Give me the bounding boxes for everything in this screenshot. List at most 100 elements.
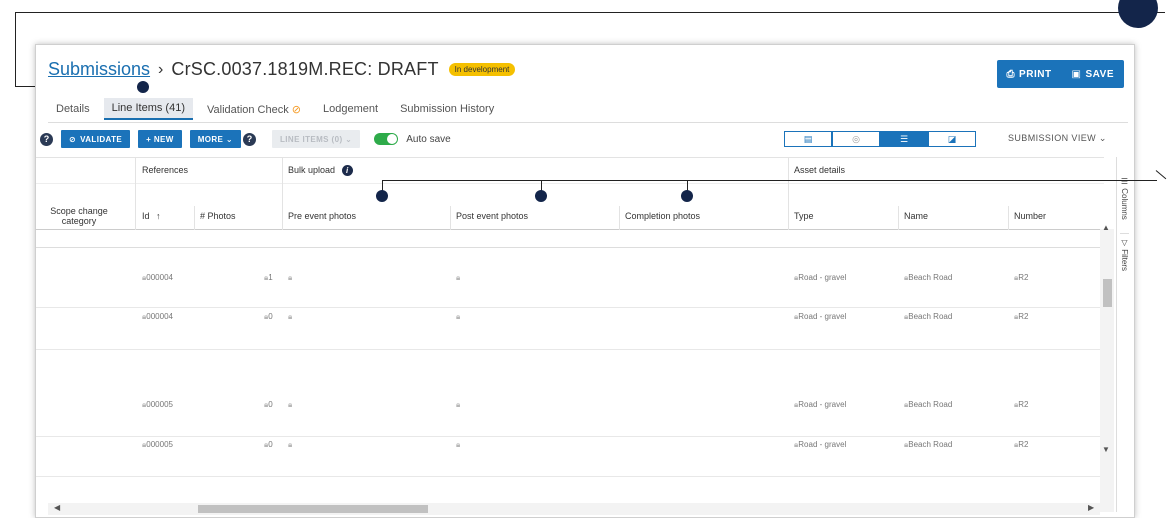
cell-id: 🔒︎000005	[142, 400, 173, 410]
floppy-icon: ▣	[1071, 68, 1082, 80]
cell-type: 🔒︎Road - gravel	[794, 440, 846, 450]
table-row[interactable]: 🔒︎000005 🔒︎0 🔒︎ 🔒︎ 🔒︎Road - gravel 🔒︎Bea…	[36, 437, 1104, 477]
cell-id: 🔒︎000005	[142, 440, 173, 450]
filter-icon: ▽	[1120, 238, 1129, 250]
breadcrumb-submissions-link[interactable]: Submissions	[48, 59, 150, 80]
number-value: R2	[1018, 312, 1029, 321]
name-value: Beach Road	[908, 312, 953, 321]
table-row[interactable]: 🔒︎000005 🔒︎0 🔒︎ 🔒︎ 🔒︎Road - gravel 🔒︎Bea…	[36, 350, 1104, 437]
col-name[interactable]: Name	[904, 211, 928, 221]
columns-panel-tab[interactable]: ☰ Columns	[1120, 177, 1129, 220]
warning-circle-icon: ⊘	[291, 103, 302, 116]
status-badge: In development	[448, 63, 516, 76]
new-button[interactable]: + NEW	[138, 130, 182, 148]
form-view-icon[interactable]: ▤	[784, 131, 832, 147]
header-actions: ⎙ PRINT ▣ SAVE	[996, 60, 1124, 88]
group-divider	[282, 158, 283, 206]
line-items-grid: References Bulk upload i Asset details S…	[36, 157, 1104, 512]
tab-bar: Details Line Items (41) Validation Check…	[48, 97, 508, 121]
print-button[interactable]: ⎙ PRINT	[997, 60, 1062, 88]
vertical-scrollbar[interactable]: ▲ ▼	[1100, 223, 1114, 512]
callout-line	[15, 12, 1165, 13]
number-value: R2	[1018, 440, 1029, 449]
validate-button[interactable]: ⊘ VALIDATE	[61, 130, 131, 148]
col-divider	[619, 206, 620, 230]
tab-details[interactable]: Details	[48, 99, 98, 119]
number-value: R2	[1018, 400, 1029, 409]
tab-line-items[interactable]: Line Items (41)	[103, 98, 193, 120]
col-pre-event-photos[interactable]: Pre event photos	[288, 211, 356, 221]
col-divider	[1008, 206, 1009, 230]
cell-id: 🔒︎000004	[142, 312, 173, 322]
col-post-event-photos[interactable]: Post event photos	[456, 211, 528, 221]
col-scope-change[interactable]: Scope change category	[44, 206, 114, 226]
chevron-right-icon: ›	[158, 60, 164, 78]
save-button[interactable]: ▣ SAVE	[1062, 60, 1124, 88]
cell-type: 🔒︎Road - gravel	[794, 400, 846, 410]
help-icon[interactable]: ?	[243, 132, 257, 146]
submission-view-dropdown[interactable]: SUBMISSION VIEW ⌄	[1008, 133, 1107, 144]
cell-type: 🔒︎Road - gravel	[794, 273, 846, 283]
help-icon[interactable]: ?	[40, 132, 53, 146]
cell-number: 🔒︎R2	[1014, 400, 1029, 410]
col-number[interactable]: Number	[1014, 211, 1046, 221]
group-divider	[788, 158, 789, 206]
group-asset-details: Asset details	[794, 165, 846, 175]
number-value: R2	[1018, 273, 1029, 282]
type-value: Road - gravel	[798, 440, 847, 449]
tab-lodgement[interactable]: Lodgement	[315, 99, 386, 119]
group-references: References	[142, 165, 189, 175]
lock-icon: 🔒︎	[288, 440, 293, 449]
lock-icon: 🔒︎	[288, 312, 293, 321]
camera-view-icon[interactable]: ◎	[832, 131, 880, 147]
tab-validation-check[interactable]: Validation Check ⊘	[199, 99, 309, 120]
cell-name: 🔒︎Beach Road	[904, 312, 952, 322]
line-items-dropdown[interactable]: LINE ITEMS (0) ⌄	[272, 130, 361, 148]
list-view-icon[interactable]: ☰	[880, 131, 928, 147]
type-value: Road - gravel	[798, 400, 847, 409]
document-view-icon[interactable]: ◪	[928, 131, 976, 147]
scroll-right-icon[interactable]: ▶	[1088, 503, 1094, 512]
callout-marker	[681, 190, 693, 202]
info-icon[interactable]: i	[341, 165, 353, 176]
lock-icon: 🔒︎	[456, 273, 461, 282]
tab-submission-history[interactable]: Submission History	[392, 99, 502, 119]
col-completion-photos[interactable]: Completion photos	[625, 211, 700, 221]
callout-marker	[376, 190, 388, 202]
filter-row	[36, 230, 1104, 248]
printer-icon: ⎙	[1006, 68, 1016, 80]
cell-photos: 🔒︎0	[264, 400, 273, 410]
photos-value: 0	[268, 440, 273, 449]
tab-validation-label: Validation Check	[207, 103, 289, 116]
col-photos[interactable]: # Photos	[200, 211, 236, 221]
autosave-label: Auto save	[406, 133, 451, 145]
scroll-up-icon[interactable]: ▲	[1102, 223, 1110, 232]
table-row[interactable]: 🔒︎000004 🔒︎0 🔒︎ 🔒︎ 🔒︎Road - gravel 🔒︎Bea…	[36, 308, 1104, 350]
col-divider	[282, 206, 283, 230]
scroll-left-icon[interactable]: ◀	[54, 503, 60, 512]
scroll-down-icon[interactable]: ▼	[1102, 445, 1110, 454]
horizontal-scroll-thumb[interactable]	[198, 505, 428, 513]
callout-line	[382, 180, 1157, 181]
photos-value: 0	[268, 400, 273, 409]
view-switcher: ▤ ◎ ☰ ◪	[784, 131, 976, 147]
group-bulk-upload-label: Bulk upload	[288, 165, 336, 175]
autosave-toggle[interactable]	[374, 133, 399, 145]
side-tool-panel: ☰ Columns ▽ Filters	[1116, 157, 1134, 512]
app-window: Submissions › CrSC.0037.1819M.REC: DRAFT…	[35, 44, 1135, 518]
callout-line	[15, 12, 16, 87]
cell-photos: 🔒︎0	[264, 440, 273, 450]
column-header-row: Scope change category Id ↑ # Photos Pre …	[36, 206, 1104, 230]
name-value: Beach Road	[908, 400, 953, 409]
more-button[interactable]: MORE ⌄	[189, 130, 242, 148]
horizontal-scrollbar[interactable]: ◀ ▶	[48, 503, 1100, 515]
id-value: 000004	[146, 312, 173, 321]
table-row[interactable]: 🔒︎000004 🔒︎1 🔒︎ 🔒︎ 🔒︎Road - gravel 🔒︎Bea…	[36, 248, 1104, 308]
name-value: Beach Road	[908, 273, 953, 282]
vertical-scroll-thumb[interactable]	[1103, 279, 1112, 307]
callout-marker	[137, 81, 149, 93]
col-id[interactable]: Id ↑	[142, 211, 161, 221]
filters-panel-tab[interactable]: ▽ Filters	[1120, 233, 1129, 271]
lock-icon: 🔒︎	[456, 400, 461, 409]
col-type[interactable]: Type	[794, 211, 814, 221]
